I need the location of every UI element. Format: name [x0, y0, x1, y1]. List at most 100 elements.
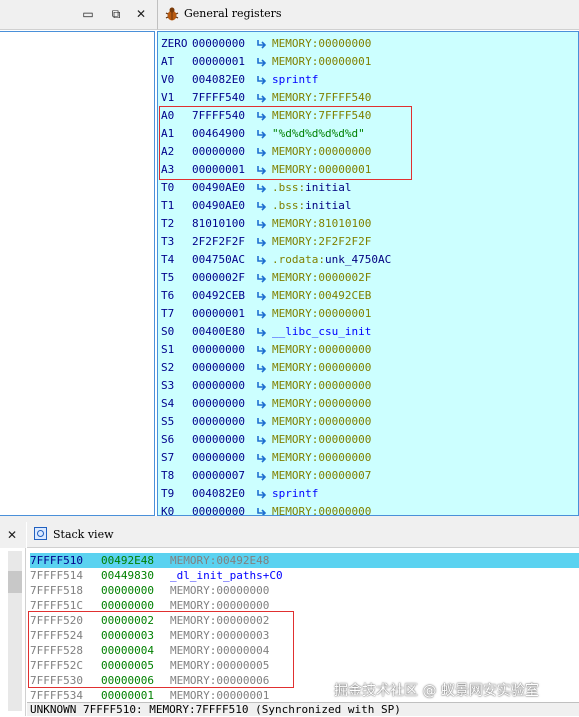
jump-arrow-icon[interactable] — [256, 183, 268, 193]
stack-row[interactable]: 7FFFF52C 00000005 MEMORY:00000005 — [30, 658, 579, 673]
jump-arrow-icon[interactable] — [256, 507, 268, 516]
jump-arrow-icon[interactable] — [256, 75, 268, 85]
register-target[interactable]: MEMORY:00000000 — [272, 35, 371, 53]
jump-arrow-icon[interactable] — [256, 345, 268, 355]
stack-row[interactable]: 7FFFF518 00000000 MEMORY:00000000 — [30, 583, 579, 598]
register-target[interactable]: MEMORY:00000007 — [272, 467, 371, 485]
jump-arrow-icon[interactable] — [256, 57, 268, 67]
register-value[interactable]: 00000000 — [192, 359, 258, 377]
register-value[interactable]: 00000000 — [192, 431, 258, 449]
register-target[interactable]: "%d%d%d%d%d%d" — [272, 125, 365, 143]
jump-arrow-icon[interactable] — [256, 237, 268, 247]
register-target[interactable]: MEMORY:7FFFF540 — [272, 107, 371, 125]
jump-arrow-icon[interactable] — [256, 39, 268, 49]
stack-row[interactable]: 7FFFF528 00000004 MEMORY:00000004 — [30, 643, 579, 658]
stack-row[interactable]: 7FFFF510 00492E48 MEMORY:00492E48 — [30, 553, 579, 568]
register-value[interactable]: 00400E80 — [192, 323, 258, 341]
jump-arrow-icon[interactable] — [256, 381, 268, 391]
jump-arrow-icon[interactable] — [256, 417, 268, 427]
register-value[interactable]: 004082E0 — [192, 71, 258, 89]
stack-target[interactable]: MEMORY:00000006 — [170, 673, 269, 688]
jump-arrow-icon[interactable] — [256, 219, 268, 229]
register-value[interactable]: 00000000 — [192, 503, 258, 515]
register-value[interactable]: 00000000 — [192, 341, 258, 359]
register-target[interactable]: MEMORY:00000001 — [272, 161, 371, 179]
jump-arrow-icon[interactable] — [256, 93, 268, 103]
jump-arrow-icon[interactable] — [256, 435, 268, 445]
jump-arrow-icon[interactable] — [256, 129, 268, 139]
register-target[interactable]: MEMORY:00000000 — [272, 377, 371, 395]
jump-arrow-icon[interactable] — [256, 471, 268, 481]
restore-icon[interactable]: ⧉ — [108, 6, 124, 22]
stack-target[interactable]: MEMORY:00000000 — [170, 598, 269, 613]
jump-arrow-icon[interactable] — [256, 291, 268, 301]
jump-arrow-icon[interactable] — [256, 147, 268, 157]
stack-value[interactable]: 00000000 — [101, 598, 154, 613]
register-target[interactable]: sprintf — [272, 485, 318, 503]
register-value[interactable]: 00490AE0 — [192, 179, 258, 197]
jump-arrow-icon[interactable] — [256, 309, 268, 319]
stack-value[interactable]: 00449830 — [101, 568, 154, 583]
register-target[interactable]: MEMORY:00000000 — [272, 413, 371, 431]
stack-target[interactable]: MEMORY:00000000 — [170, 583, 269, 598]
jump-arrow-icon[interactable] — [256, 273, 268, 283]
register-value[interactable]: 00000001 — [192, 161, 258, 179]
stack-value[interactable]: 00000005 — [101, 658, 154, 673]
jump-arrow-icon[interactable] — [256, 399, 268, 409]
register-target[interactable]: MEMORY:00000001 — [272, 305, 371, 323]
register-value[interactable]: 81010100 — [192, 215, 258, 233]
register-value[interactable]: 00000000 — [192, 395, 258, 413]
jump-arrow-icon[interactable] — [256, 453, 268, 463]
stack-value[interactable]: 00000002 — [101, 613, 154, 628]
register-target[interactable]: MEMORY:81010100 — [272, 215, 371, 233]
stack-target[interactable]: MEMORY:00492E48 — [170, 553, 269, 568]
stack-row[interactable]: 7FFFF524 00000003 MEMORY:00000003 — [30, 628, 579, 643]
register-target[interactable]: MEMORY:00000000 — [272, 341, 371, 359]
register-value[interactable]: 004750AC — [192, 251, 258, 269]
register-target[interactable]: MEMORY:00000000 — [272, 395, 371, 413]
register-value[interactable]: 7FFFF540 — [192, 89, 258, 107]
register-value[interactable]: 00492CEB — [192, 287, 258, 305]
register-target[interactable]: MEMORY:00000000 — [272, 503, 371, 515]
register-value[interactable]: 00000007 — [192, 467, 258, 485]
stack-target[interactable]: MEMORY:00000002 — [170, 613, 269, 628]
register-target[interactable]: MEMORY:00000000 — [272, 431, 371, 449]
register-target[interactable]: .bss:initial — [272, 179, 351, 197]
close-icon[interactable]: ✕ — [4, 527, 20, 543]
stack-target[interactable]: MEMORY:00000004 — [170, 643, 269, 658]
register-value[interactable]: 0000002F — [192, 269, 258, 287]
register-value[interactable]: 00000001 — [192, 53, 258, 71]
stack-row[interactable]: 7FFFF51C 00000000 MEMORY:00000000 — [30, 598, 579, 613]
register-value[interactable]: 7FFFF540 — [192, 107, 258, 125]
stack-value[interactable]: 00000003 — [101, 628, 154, 643]
register-value[interactable]: 00000000 — [192, 143, 258, 161]
stack-row[interactable]: 7FFFF520 00000002 MEMORY:00000002 — [30, 613, 579, 628]
register-value[interactable]: 00000000 — [192, 449, 258, 467]
register-target[interactable]: MEMORY:00000000 — [272, 143, 371, 161]
maximize-icon[interactable]: ▭ — [80, 6, 96, 22]
jump-arrow-icon[interactable] — [256, 327, 268, 337]
register-value[interactable]: 00000000 — [192, 413, 258, 431]
register-target[interactable]: MEMORY:00000000 — [272, 449, 371, 467]
register-target[interactable]: __libc_csu_init — [272, 323, 371, 341]
register-target[interactable]: MEMORY:0000002F — [272, 269, 371, 287]
stack-target[interactable]: MEMORY:00000003 — [170, 628, 269, 643]
register-value[interactable]: 2F2F2F2F — [192, 233, 258, 251]
register-value[interactable]: 00000000 — [192, 35, 258, 53]
register-target[interactable]: .rodata:unk_4750AC — [272, 251, 391, 269]
stack-value[interactable]: 00000004 — [101, 643, 154, 658]
stack-value[interactable]: 00000001 — [101, 688, 154, 703]
register-value[interactable]: 00490AE0 — [192, 197, 258, 215]
register-value[interactable]: 004082E0 — [192, 485, 258, 503]
jump-arrow-icon[interactable] — [256, 165, 268, 175]
stack-target[interactable]: MEMORY:00000005 — [170, 658, 269, 673]
jump-arrow-icon[interactable] — [256, 255, 268, 265]
register-value[interactable]: 00464900 — [192, 125, 258, 143]
register-value[interactable]: 00000001 — [192, 305, 258, 323]
register-target[interactable]: MEMORY:00492CEB — [272, 287, 371, 305]
jump-arrow-icon[interactable] — [256, 201, 268, 211]
jump-arrow-icon[interactable] — [256, 111, 268, 121]
stack-value[interactable]: 00492E48 — [101, 553, 154, 568]
register-target[interactable]: MEMORY:2F2F2F2F — [272, 233, 371, 251]
register-target[interactable]: sprintf — [272, 71, 318, 89]
